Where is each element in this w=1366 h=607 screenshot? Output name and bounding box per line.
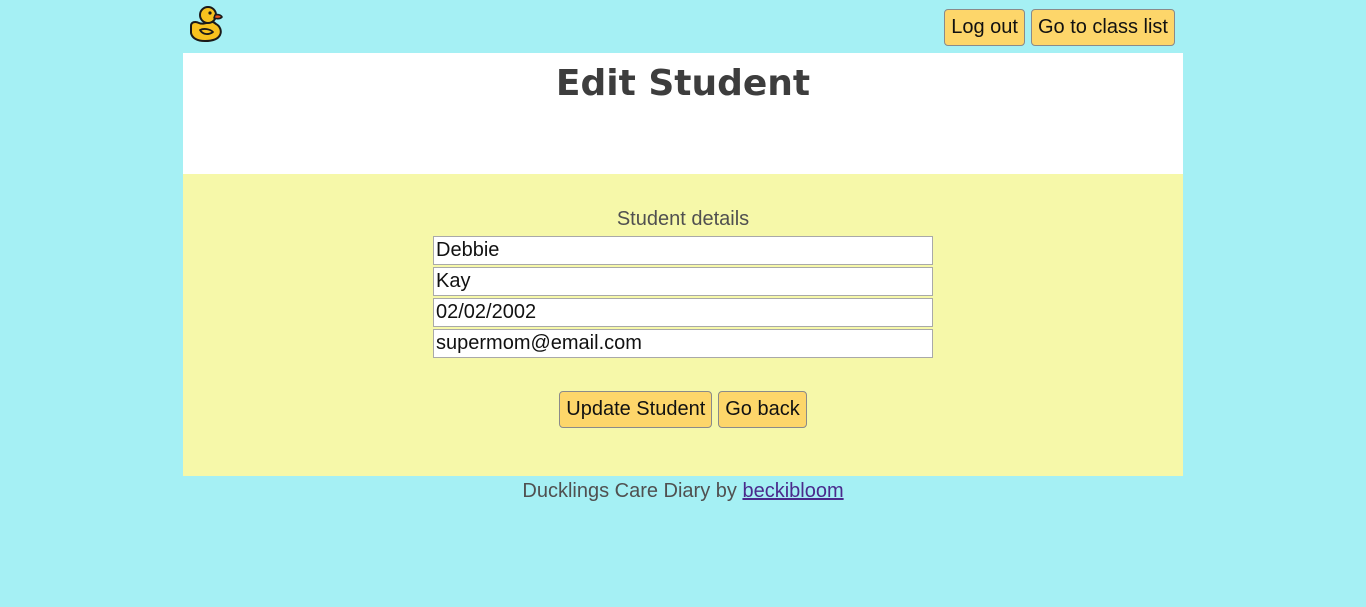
top-navigation-bar: Log out Go to class list	[183, 0, 1183, 53]
update-student-button[interactable]: Update Student	[559, 391, 713, 428]
student-form: Student details Update Student Go back	[183, 174, 1183, 476]
page: Log out Go to class list Edit Student St…	[0, 0, 1366, 607]
date-of-birth-field[interactable]	[433, 298, 933, 327]
author-link[interactable]: beckibloom	[742, 480, 843, 502]
footer: Ducklings Care Diary by beckibloom	[0, 480, 1366, 503]
logout-button[interactable]: Log out	[944, 9, 1025, 46]
go-back-button[interactable]: Go back	[718, 391, 807, 428]
top-button-group: Log out Go to class list	[944, 9, 1175, 46]
email-field[interactable]	[433, 329, 933, 358]
form-fields	[433, 236, 933, 360]
title-card: Edit Student	[183, 53, 1183, 174]
form-button-group: Update Student Go back	[183, 391, 1183, 428]
footer-text: Ducklings Care Diary by	[522, 480, 737, 502]
last-name-field[interactable]	[433, 267, 933, 296]
form-legend: Student details	[616, 208, 750, 230]
rubber-duck-icon[interactable]	[187, 4, 225, 44]
page-title: Edit Student	[555, 63, 811, 104]
first-name-field[interactable]	[433, 236, 933, 265]
class-list-button[interactable]: Go to class list	[1030, 9, 1175, 46]
